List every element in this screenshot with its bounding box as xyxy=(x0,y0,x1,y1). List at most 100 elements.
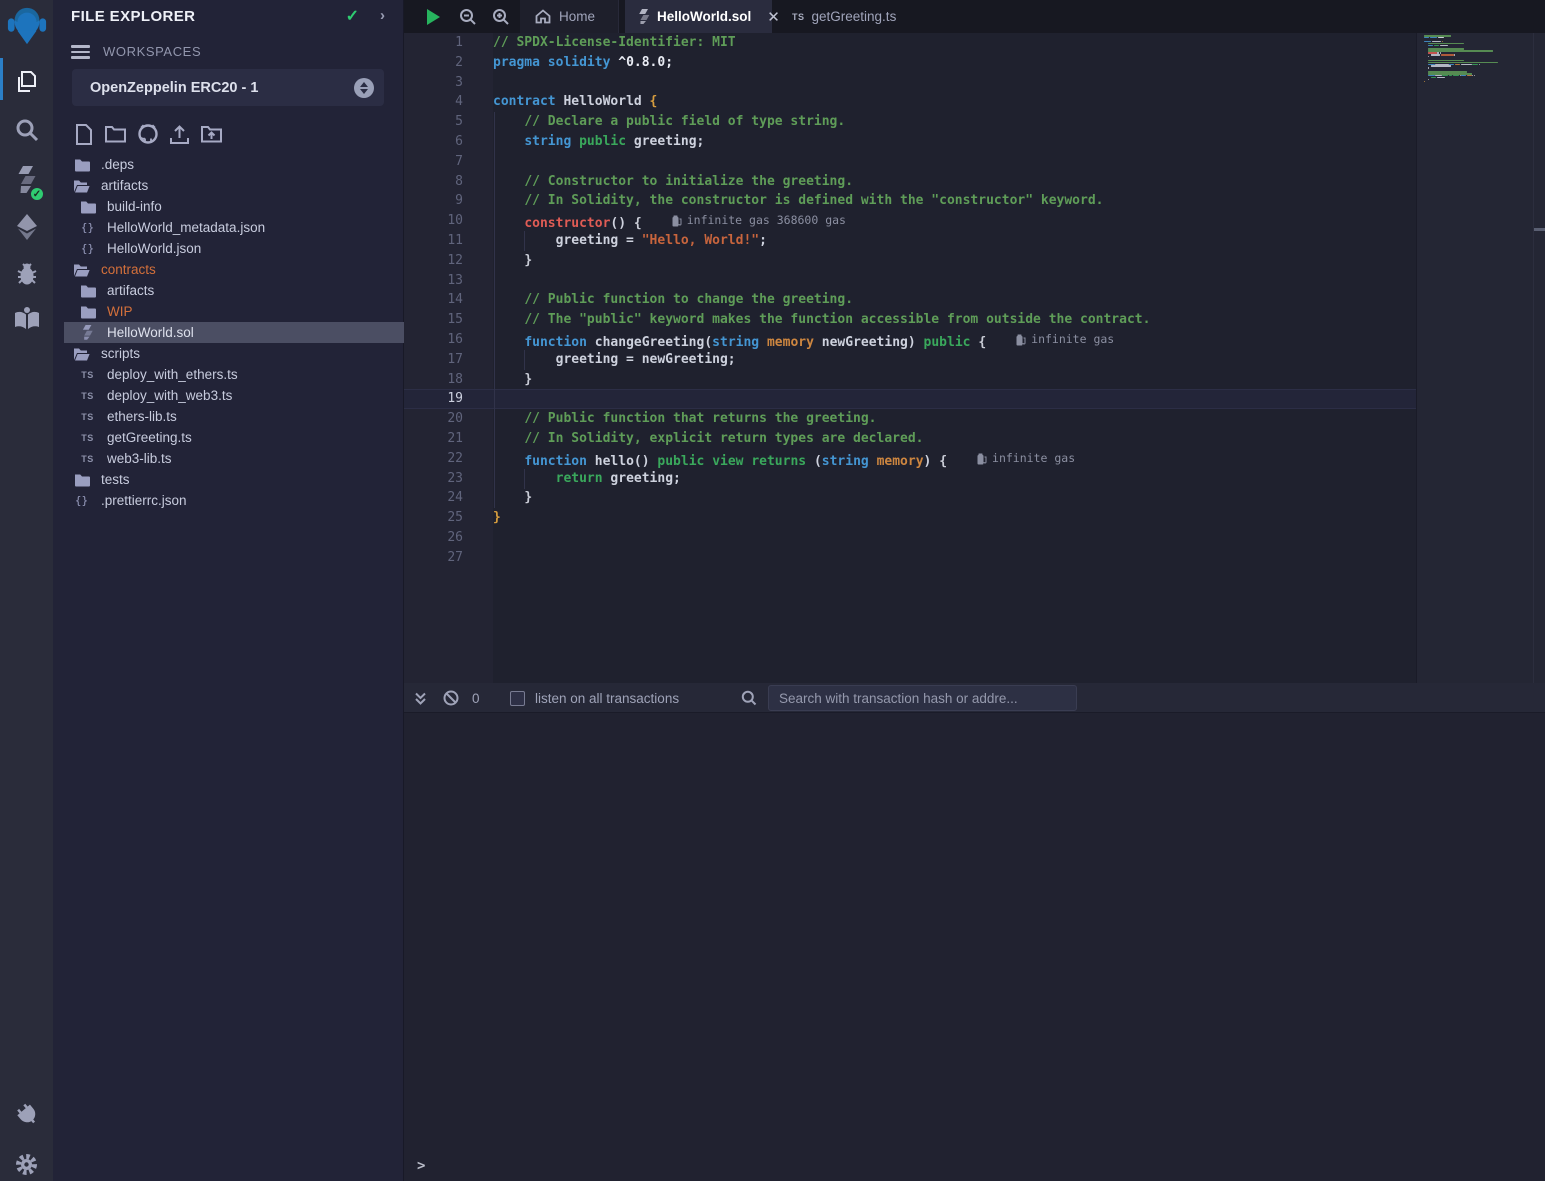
solidity-file-icon xyxy=(638,9,650,24)
tree-item-artifacts[interactable]: artifacts xyxy=(64,280,404,301)
tree-item-contracts[interactable]: contracts xyxy=(64,259,404,280)
tree-item-deploy-with-ethers-ts[interactable]: TSdeploy_with_ethers.ts xyxy=(64,364,404,385)
line-number[interactable]: 4 xyxy=(404,92,463,112)
plugin-manager-icon[interactable] xyxy=(0,1098,53,1130)
upload-file-icon[interactable] xyxy=(168,122,191,146)
line-number[interactable]: 25 xyxy=(404,508,463,528)
debugger-icon[interactable] xyxy=(0,258,53,290)
line-number[interactable]: 16 xyxy=(404,330,463,350)
line-number[interactable]: 2 xyxy=(404,53,463,73)
tree-item-build-info[interactable]: build-info xyxy=(64,196,404,217)
tab-home[interactable]: Home xyxy=(520,0,619,33)
code-text: greeting = newGreeting; xyxy=(463,350,736,370)
line-number[interactable]: 17 xyxy=(404,350,463,370)
ts-icon: TS xyxy=(79,412,96,422)
braces-icon: {} xyxy=(79,221,96,234)
workspace-selected-value: OpenZeppelin ERC20 - 1 xyxy=(90,80,258,96)
line-number[interactable]: 20 xyxy=(404,409,463,429)
tab-getgreeting-ts[interactable]: TS getGreeting.ts xyxy=(780,0,910,33)
tree-item-helloworld-metadata-json[interactable]: {} HelloWorld_metadata.json xyxy=(64,217,404,238)
tree-item-web3-lib-ts[interactable]: TSweb3-lib.ts xyxy=(64,448,404,469)
search-icon[interactable] xyxy=(0,113,53,147)
line-number[interactable]: 13 xyxy=(404,271,463,291)
active-plugin-indicator xyxy=(0,58,3,100)
zoom-in-icon[interactable] xyxy=(489,0,513,33)
code-text: } xyxy=(463,508,501,528)
upload-folder-icon[interactable] xyxy=(200,122,223,146)
tree-item-ethers-lib-ts[interactable]: TSethers-lib.ts xyxy=(64,406,404,427)
terminal-output[interactable]: > xyxy=(404,714,1545,1181)
code-line-3: 3 xyxy=(404,73,1416,93)
line-number[interactable]: 23 xyxy=(404,469,463,489)
line-number[interactable]: 12 xyxy=(404,251,463,271)
github-icon[interactable] xyxy=(136,122,159,146)
line-number[interactable]: 22 xyxy=(404,449,463,469)
tree-item-helloworld-sol[interactable]: HelloWorld.sol xyxy=(64,322,404,343)
code-text xyxy=(463,548,493,568)
line-number[interactable]: 15 xyxy=(404,310,463,330)
ts-icon: TS xyxy=(79,391,96,401)
line-number[interactable]: 6 xyxy=(404,132,463,152)
minimap[interactable] xyxy=(1424,35,1534,675)
code-line-5: 5 // Declare a public field of type stri… xyxy=(404,112,1416,132)
close-tab-icon[interactable]: ✕ xyxy=(767,8,780,26)
line-number[interactable]: 7 xyxy=(404,152,463,172)
line-number[interactable]: 21 xyxy=(404,429,463,449)
workspace-select[interactable]: OpenZeppelin ERC20 - 1 xyxy=(72,69,384,106)
new-file-icon[interactable] xyxy=(72,122,95,146)
tree-item-wip[interactable]: WIP xyxy=(64,301,404,322)
line-number[interactable]: 1 xyxy=(404,33,463,53)
line-number[interactable]: 24 xyxy=(404,488,463,508)
zoom-out-icon[interactable] xyxy=(456,0,480,33)
workspaces-label: WORKSPACES xyxy=(103,44,201,59)
tree-item-label: .deps xyxy=(101,157,134,172)
line-number[interactable]: 26 xyxy=(404,528,463,548)
learn-book-icon[interactable] xyxy=(0,302,53,334)
line-number[interactable]: 9 xyxy=(404,191,463,211)
code-line-6: 6 string public greeting; xyxy=(404,132,1416,152)
tree-item-scripts[interactable]: scripts xyxy=(64,343,404,364)
line-number[interactable]: 11 xyxy=(404,231,463,251)
expand-terminal-icon[interactable] xyxy=(413,683,428,713)
chevron-right-icon[interactable]: › xyxy=(380,7,385,24)
folder-icon xyxy=(79,200,96,214)
new-folder-icon[interactable] xyxy=(104,122,127,146)
tree-item--deps[interactable]: .deps xyxy=(64,154,404,175)
solidity-compiler-icon[interactable]: ✓ xyxy=(0,160,53,198)
code-line-15: 15 // The "public" keyword makes the fun… xyxy=(404,310,1416,330)
code-line-20: 20 // Public function that returns the g… xyxy=(404,409,1416,429)
overview-ruler[interactable] xyxy=(1533,33,1545,683)
indent-guide xyxy=(494,112,495,508)
run-script-button[interactable] xyxy=(420,0,446,33)
clear-console-icon[interactable] xyxy=(443,683,459,713)
line-number[interactable]: 5 xyxy=(404,112,463,132)
line-number[interactable]: 10 xyxy=(404,211,463,231)
code-editor[interactable]: 1// SPDX-License-Identifier: MIT2pragma … xyxy=(404,33,1545,683)
file-explorer-icon[interactable] xyxy=(0,64,53,100)
line-number[interactable]: 8 xyxy=(404,172,463,192)
line-number[interactable]: 3 xyxy=(404,73,463,93)
tab-label: HelloWorld.sol xyxy=(657,9,751,24)
gas-estimate-badge: infinite gas 368600 gas xyxy=(672,211,846,231)
tree-item-helloworld-json[interactable]: {}HelloWorld.json xyxy=(64,238,404,259)
tree-item-deploy-with-web3-ts[interactable]: TSdeploy_with_web3.ts xyxy=(64,385,404,406)
code-line-24: 24 } xyxy=(404,488,1416,508)
line-number[interactable]: 14 xyxy=(404,290,463,310)
tree-item--prettierrc-json[interactable]: {}.prettierrc.json xyxy=(64,490,404,511)
line-number[interactable]: 19 xyxy=(404,390,463,408)
tree-item-tests[interactable]: tests xyxy=(64,469,404,490)
tree-item-label: HelloWorld_metadata.json xyxy=(107,220,265,235)
tree-item-artifacts[interactable]: artifacts xyxy=(64,175,404,196)
line-number[interactable]: 27 xyxy=(404,548,463,568)
ts-icon: TS xyxy=(79,454,96,464)
hamburger-menu-icon[interactable] xyxy=(71,45,90,59)
listen-checkbox[interactable] xyxy=(510,683,525,713)
tab-helloworld-sol[interactable]: HelloWorld.sol ✕ xyxy=(625,0,772,33)
terminal-prompt: > xyxy=(417,1158,425,1174)
tree-item-getgreeting-ts[interactable]: TSgetGreeting.ts xyxy=(64,427,404,448)
transaction-search-input[interactable] xyxy=(768,685,1077,711)
deploy-run-icon[interactable] xyxy=(0,210,53,244)
line-number[interactable]: 18 xyxy=(404,370,463,390)
settings-gear-icon[interactable] xyxy=(0,1148,53,1180)
code-line-14: 14 // Public function to change the gree… xyxy=(404,290,1416,310)
